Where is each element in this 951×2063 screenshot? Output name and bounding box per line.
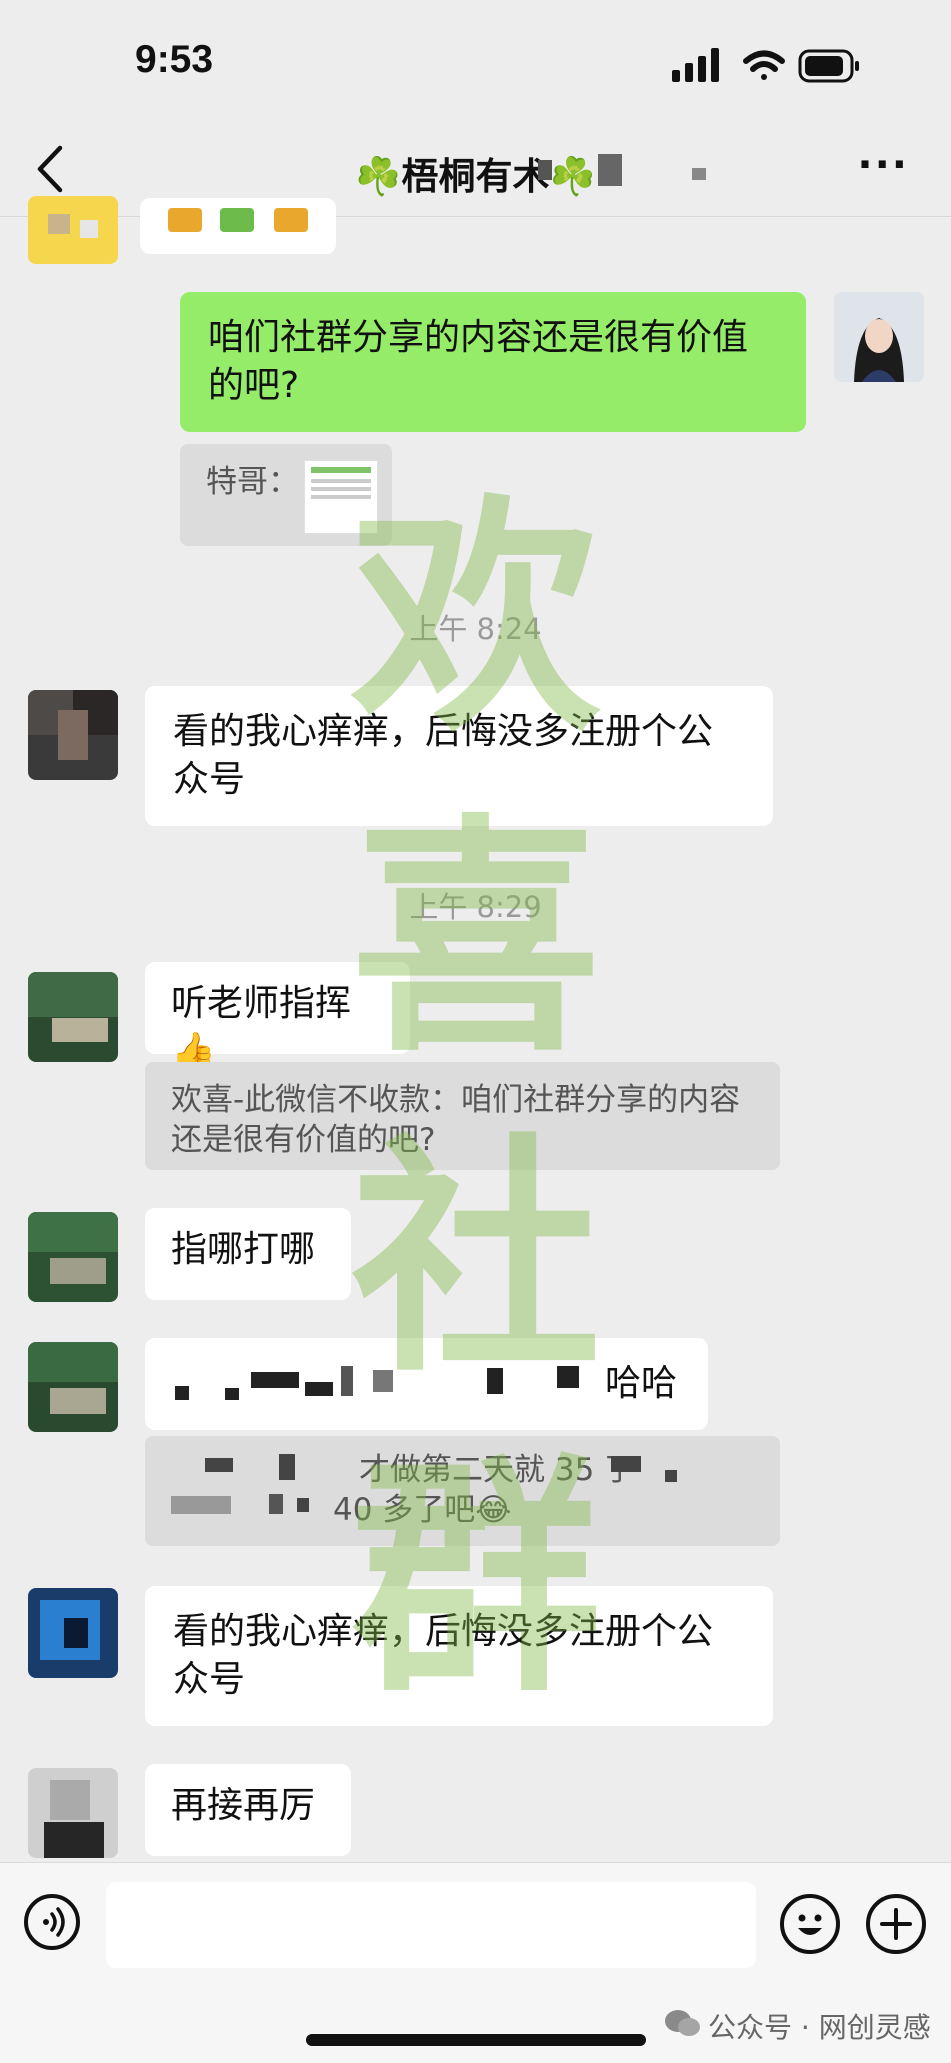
quoted-reply[interactable]: 特哥： bbox=[180, 444, 392, 546]
quote-sender: 特哥： bbox=[206, 464, 299, 500]
message-bubble[interactable]: 听老师指挥👍 bbox=[145, 962, 410, 1072]
avatar[interactable] bbox=[28, 1342, 118, 1432]
home-indicator bbox=[306, 2034, 646, 2046]
plus-icon[interactable] bbox=[866, 1894, 926, 1954]
wifi-icon bbox=[743, 50, 785, 80]
message-bubble[interactable]: 看的我心痒痒，后悔没多注册个公众号 bbox=[145, 1586, 773, 1726]
wechat-logo-icon bbox=[665, 2010, 700, 2036]
voice-icon[interactable] bbox=[24, 1894, 80, 1950]
message-bubble[interactable] bbox=[140, 198, 336, 254]
avatar[interactable] bbox=[28, 196, 118, 264]
message-input[interactable] bbox=[106, 1882, 756, 1968]
message-bubble[interactable]: 看的我心痒痒，后悔没多注册个公众号 bbox=[145, 686, 773, 826]
portrait-image bbox=[834, 292, 924, 382]
timestamp: 上午 8:29 bbox=[409, 890, 542, 924]
avatar[interactable] bbox=[28, 1212, 118, 1302]
more-icon[interactable]: ··· bbox=[857, 142, 909, 188]
source-label: 公众号 · 网创灵感 bbox=[708, 2011, 931, 2044]
message-bubble[interactable]: 哈哈 bbox=[145, 1338, 708, 1430]
message-bubble[interactable]: 指哪打哪 bbox=[145, 1208, 351, 1300]
quoted-reply[interactable]: 欢喜-此微信不收款：咱们社群分享的内容还是很有价值的吧? bbox=[145, 1062, 780, 1170]
avatar[interactable] bbox=[28, 690, 118, 780]
message-text: 哈哈 bbox=[605, 1363, 678, 1404]
timestamp: 上午 8:24 bbox=[409, 612, 542, 646]
avatar[interactable] bbox=[28, 1588, 118, 1678]
status-icons bbox=[672, 48, 859, 83]
status-time: 9:53 bbox=[135, 38, 214, 81]
my-avatar[interactable] bbox=[834, 292, 924, 382]
chat-title: ☘️梧桐有术☘️ bbox=[355, 155, 596, 198]
battery-icon bbox=[798, 49, 859, 83]
avatar[interactable] bbox=[28, 972, 118, 1062]
quote-text: 40 多了吧😂 bbox=[333, 1492, 512, 1528]
emoji-icon[interactable] bbox=[780, 1894, 840, 1954]
quoted-image[interactable] bbox=[304, 460, 378, 534]
avatar[interactable] bbox=[28, 1768, 118, 1858]
signal-icon bbox=[672, 48, 719, 82]
message-bubble[interactable]: 再接再厉 bbox=[145, 1764, 351, 1856]
my-message-bubble[interactable]: 咱们社群分享的内容还是很有价值的吧? bbox=[180, 292, 806, 432]
quote-text: 才做第二天就 35 了 bbox=[359, 1452, 636, 1488]
quoted-reply[interactable]: 才做第二天就 35 了 40 多了吧😂 bbox=[145, 1436, 780, 1546]
